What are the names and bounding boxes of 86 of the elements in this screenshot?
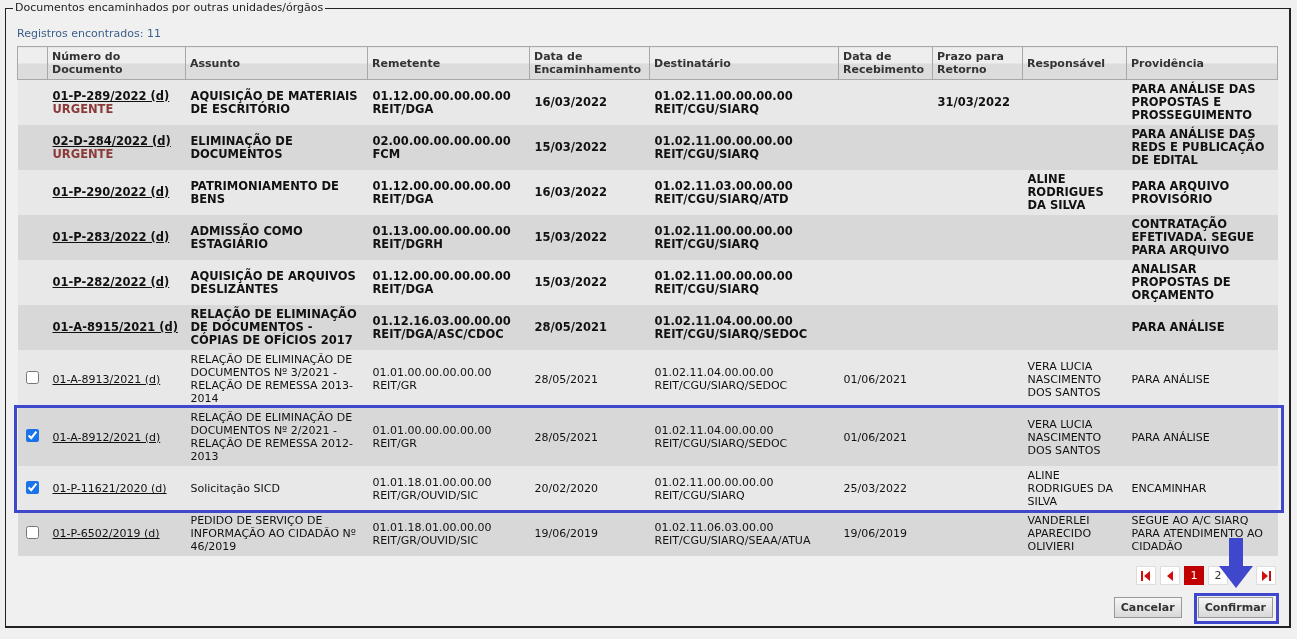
table-cell: 02.00.00.00.00.00.00 FCM — [367, 125, 530, 170]
table-cell: PARA ANÁLISE DAS REDS E PUBLICAÇÃO DE EDITAL — [1126, 125, 1278, 170]
table-cell: ANALISAR PROPOSTAS DE ORÇAMENTO — [1126, 260, 1278, 305]
document-link[interactable]: 01-P-6502/2019 (d) — [52, 527, 160, 540]
table-cell: Solicitação SICD — [185, 466, 368, 511]
table-cell: ALINE RODRIGUES DA SILVA — [1022, 466, 1127, 511]
table-cell: RELAÇÃO DE ELIMINAÇÃO DE DOCUMENTOS - CÓPIAS DE OFÍCIOS 2017 — [185, 305, 368, 350]
table-cell: RELAÇÃO DE ELIMINAÇÃO DE DOCUMENTOS Nº 2/2021 - RELAÇÃO DE REMESSA 2012-2013 — [185, 408, 368, 466]
table-cell: 19/06/2019 — [838, 511, 933, 556]
table-cell: PEDIDO DE SERVIÇO DE INFORMAÇÃO AO CIDADÃO Nº 46/2019 — [185, 511, 368, 556]
table-cell: 25/03/2022 — [838, 466, 933, 511]
table-cell: 15/03/2022 — [529, 215, 650, 260]
table-cell: 19/06/2019 — [529, 511, 650, 556]
table-cell: 31/03/2022 — [932, 79, 1023, 125]
table-cell: 01.12.00.00.00.00.00 REIT/DGA — [367, 79, 530, 125]
table-cell: CONTRATAÇÃO EFETIVADA. SEGUE PARA ARQUIVO — [1126, 215, 1278, 260]
table-cell: 28/05/2021 — [529, 408, 650, 466]
column-header: Número do Documento — [47, 46, 186, 80]
table-cell: PARA ANÁLISE — [1126, 350, 1278, 408]
table-cell: VERA LUCIA NASCIMENTO DOS SANTOS — [1022, 350, 1127, 408]
document-link[interactable]: 01-A-8912/2021 (d) — [52, 430, 161, 444]
table-cell: 01.02.11.00.00.00.00 REIT/CGU/SIARQ — [649, 79, 839, 125]
table-cell: 16/03/2022 — [529, 79, 650, 125]
table-cell: 28/05/2021 — [529, 350, 650, 408]
table-cell: 01/06/2021 — [838, 408, 933, 466]
column-header: Remetente — [367, 46, 530, 80]
document-link[interactable]: 01-P-289/2022 (d) — [52, 88, 170, 103]
table-cell: 15/03/2022 — [529, 260, 650, 305]
table-cell: PATRIMONIAMENTO DE BENS — [185, 170, 368, 215]
column-header: Destinatário — [649, 46, 839, 80]
document-link[interactable]: 01-P-282/2022 (d) — [52, 275, 170, 289]
column-header: Providência — [1126, 46, 1278, 80]
table-cell: ALINE RODRIGUES DA SILVA — [1022, 170, 1127, 215]
table-cell: PARA ARQUIVO PROVISÓRIO — [1126, 170, 1278, 215]
fieldset-legend: Documentos encaminhados por outras unidades/órgãos — [13, 1, 326, 14]
table-cell: 01.02.11.00.00.00.00 REIT/CGU/SIARQ — [649, 125, 839, 170]
table-cell: ADMISSÃO COMO ESTAGIÁRIO — [185, 215, 368, 260]
table-cell: ELIMINAÇÃO DE DOCUMENTOS — [185, 125, 368, 170]
table-cell: PARA ANÁLISE — [1126, 305, 1278, 350]
table-cell: 01.02.11.00.00.00.00 REIT/CGU/SIARQ — [649, 260, 839, 305]
table-cell: RELAÇÃO DE ELIMINAÇÃO DE DOCUMENTOS Nº 3/2021 - RELAÇÃO DE REMESSA 2013-2014 — [185, 350, 368, 408]
document-link[interactable]: 01-P-283/2022 (d) — [52, 230, 170, 244]
column-header: Data de Encaminhamento — [529, 46, 650, 80]
table-cell: 01.02.11.04.00.00.00 REIT/CGU/SIARQ/SEDOC — [649, 408, 839, 466]
table-cell: 16/03/2022 — [529, 170, 650, 215]
document-link[interactable]: 01-P-11621/2020 (d) — [52, 482, 167, 495]
table-cell: AQUISIÇÃO DE MATERIAIS DE ESCRITÓRIO — [185, 79, 368, 125]
column-header: Responsável — [1022, 46, 1127, 80]
urgent-label: URGENTE — [52, 147, 114, 161]
table-cell: SEGUE AO A/C SIARQ PARA ATENDIMENTO AO CIDADÃO — [1126, 511, 1278, 556]
table-cell: ENCAMINHAR — [1126, 466, 1278, 511]
table-cell: 20/02/2020 — [529, 466, 650, 511]
table-cell: 01.01.18.01.00.00.00 REIT/GR/OUVID/SIC — [367, 511, 530, 556]
table-cell: 01.12.16.03.00.00.00 REIT/DGA/ASC/CDOC — [367, 305, 530, 350]
table-cell: 01.02.11.04.00.00.00 REIT/CGU/SIARQ/SEDOC — [649, 305, 839, 350]
column-header: Assunto — [185, 46, 368, 80]
table-cell: VANDERLEI APARECIDO OLIVIERI — [1022, 511, 1127, 556]
table-cell: AQUISIÇÃO DE ARQUIVOS DESLIZANTES — [185, 260, 368, 305]
urgent-label: URGENTE — [52, 102, 114, 116]
document-link[interactable]: 01-A-8913/2021 (d) — [52, 372, 161, 386]
table-cell: VERA LUCIA NASCIMENTO DOS SANTOS — [1022, 408, 1127, 466]
document-link[interactable]: 01-P-290/2022 (d) — [52, 185, 170, 199]
column-header: Prazo para Retorno — [932, 46, 1023, 80]
table-cell: 01.01.00.00.00.00.00 REIT/GR — [367, 350, 530, 408]
table-cell: 28/05/2021 — [529, 305, 650, 350]
action-button[interactable]: Confirmar — [1197, 597, 1273, 618]
table-cell: 01.02.11.06.03.00.00 REIT/CGU/SIARQ/SEAA/ATUA — [649, 511, 839, 556]
table-cell: 01.01.00.00.00.00.00 REIT/GR — [367, 408, 530, 466]
table-cell: 01.02.11.00.00.00.00 REIT/CGU/SIARQ — [649, 215, 839, 260]
table-cell: 01.12.00.00.00.00.00 REIT/DGA — [367, 260, 530, 305]
document-link[interactable]: 02-D-284/2022 (d) — [52, 133, 171, 148]
column-header: Data de Recebimento — [838, 46, 933, 80]
table-cell: 01.02.11.04.00.00.00 REIT/CGU/SIARQ/SEDOC — [649, 350, 839, 408]
table-cell: 01.01.18.01.00.00.00 REIT/GR/OUVID/SIC — [367, 466, 530, 511]
table-cell: 01.02.11.00.00.00.00 REIT/CGU/SIARQ — [649, 466, 839, 511]
records-count: Registros encontrados: 11 — [17, 27, 162, 40]
table-cell: 15/03/2022 — [529, 125, 650, 170]
table-cell: PARA ANÁLISE DAS PROPOSTAS E PROSSEGUIMENTO — [1126, 79, 1278, 125]
table-cell: 01.13.00.00.00.00.00 REIT/DGRH — [367, 215, 530, 260]
action-button[interactable]: Cancelar — [1113, 597, 1182, 618]
table-cell: 01.02.11.03.00.00.00 REIT/CGU/SIARQ/ATD — [649, 170, 839, 215]
page-link[interactable]: 1 — [1184, 566, 1204, 585]
table-cell: 01.12.00.00.00.00.00 REIT/DGA — [367, 170, 530, 215]
table-cell: PARA ANÁLISE — [1126, 408, 1278, 466]
table-cell: 01/06/2021 — [838, 350, 933, 408]
document-link[interactable]: 01-A-8915/2021 (d) — [52, 320, 178, 334]
